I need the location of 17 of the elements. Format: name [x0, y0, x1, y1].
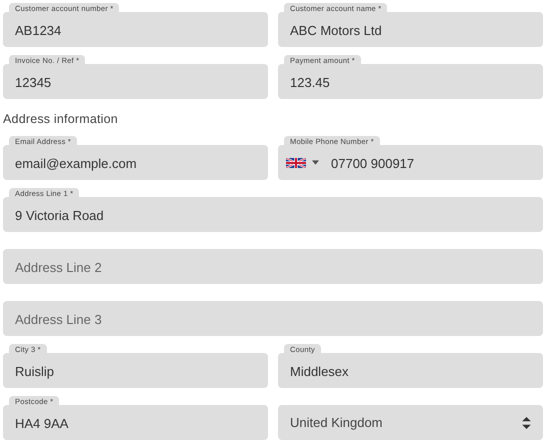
- input-field[interactable]: ABC Motors Ltd: [278, 12, 543, 47]
- country-select[interactable]: United Kingdom: [278, 405, 543, 440]
- input-field[interactable]: Middlesex: [278, 353, 543, 388]
- input-field[interactable]: email@example.com: [3, 145, 268, 180]
- input-field[interactable]: AB1234: [3, 12, 268, 47]
- input-field[interactable]: Address Line 2: [3, 249, 543, 284]
- input-field[interactable]: Ruislip: [3, 353, 268, 388]
- input-field[interactable]: 12345: [3, 64, 268, 99]
- input-field[interactable]: 123.45: [278, 64, 543, 99]
- input-field[interactable]: HA4 9AA: [3, 405, 268, 440]
- updown-icon: [522, 416, 531, 428]
- caret-icon[interactable]: [312, 160, 319, 165]
- input-field[interactable]: Address Line 3: [3, 301, 543, 336]
- flag-icon[interactable]: [286, 158, 306, 168]
- input-field[interactable]: 9 Victoria Road: [3, 197, 543, 232]
- section-heading: Address information: [3, 111, 119, 128]
- phone-field[interactable]: 07700 900917: [278, 145, 543, 180]
